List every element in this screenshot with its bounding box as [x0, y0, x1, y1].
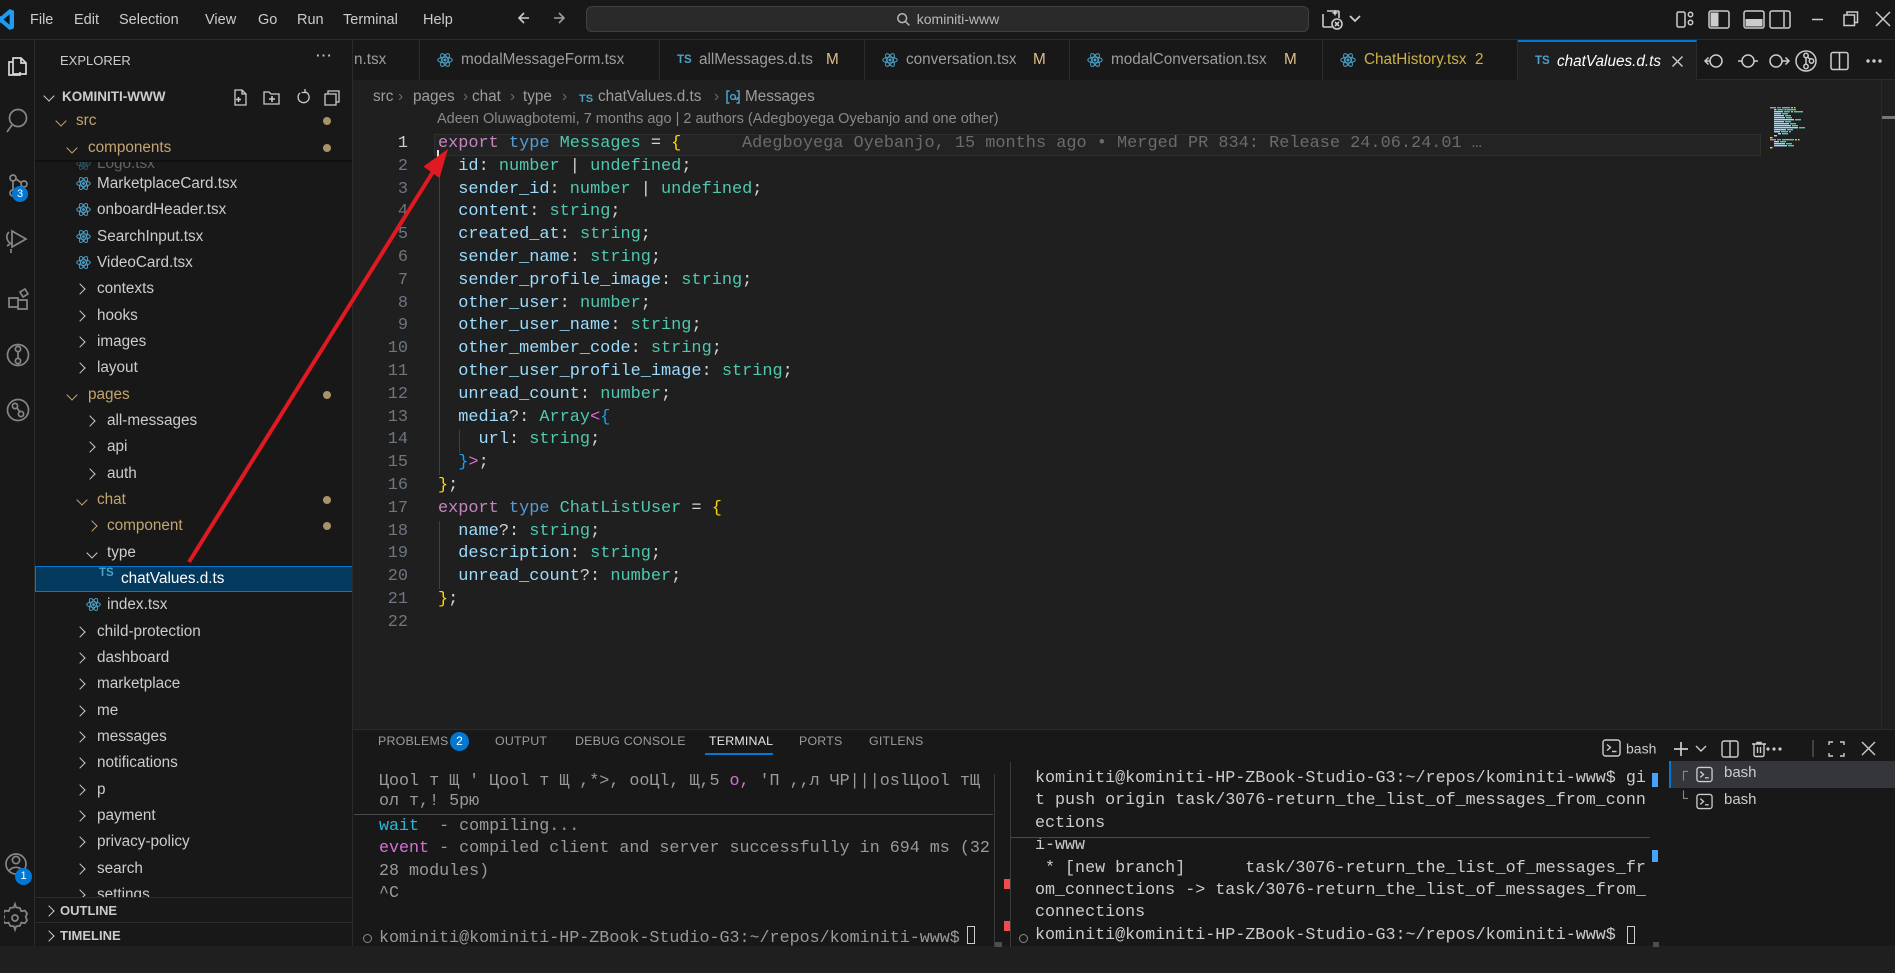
svg-text:bash: bash — [1626, 741, 1656, 757]
